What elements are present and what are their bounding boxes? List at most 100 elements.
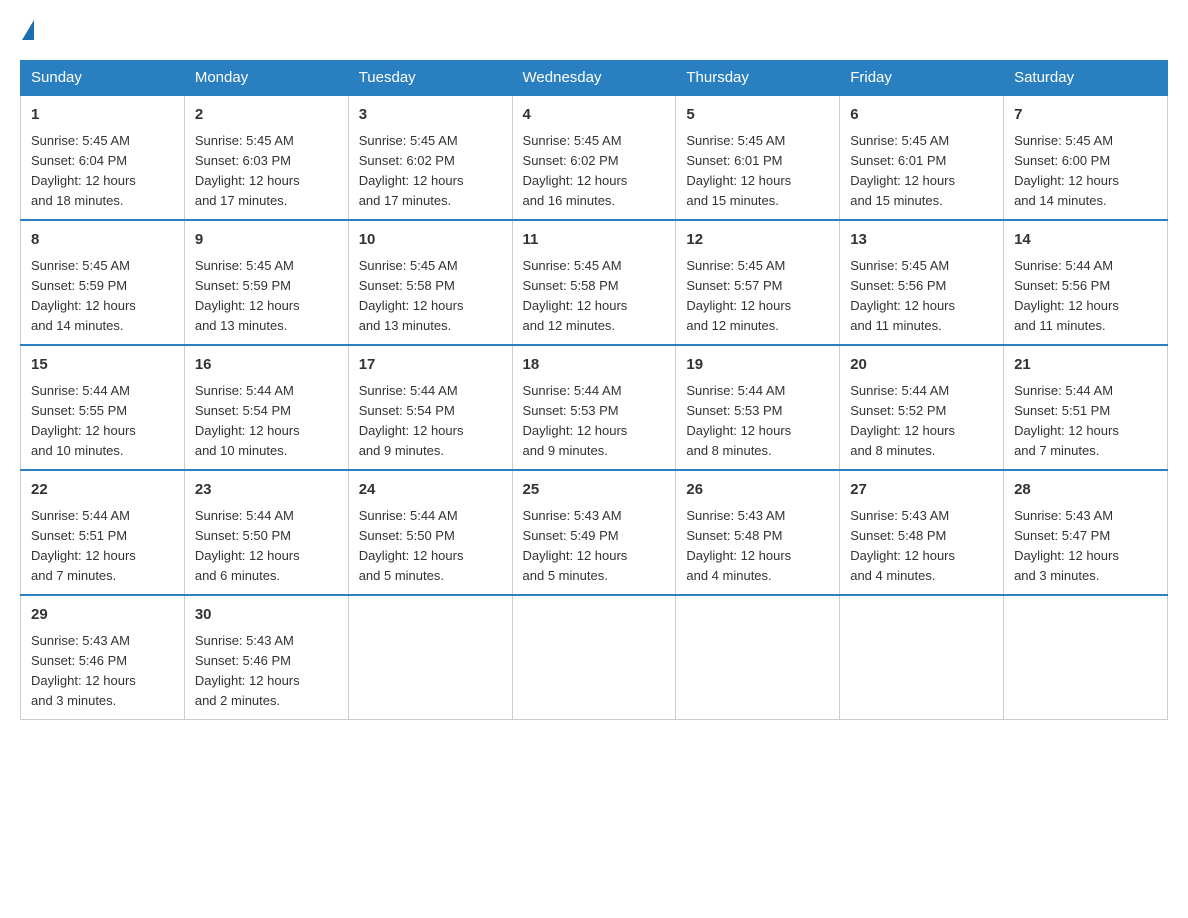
day-number: 30 bbox=[195, 604, 338, 627]
day-number: 23 bbox=[195, 479, 338, 502]
header-day-thursday: Thursday bbox=[676, 61, 840, 96]
day-number: 8 bbox=[31, 229, 174, 252]
calendar-cell: 16 Sunrise: 5:44 AMSunset: 5:54 PMDayligh… bbox=[184, 345, 348, 470]
logo-triangle-icon bbox=[22, 20, 34, 40]
calendar-cell: 17 Sunrise: 5:44 AMSunset: 5:54 PMDayligh… bbox=[348, 345, 512, 470]
day-info: Sunrise: 5:43 AMSunset: 5:49 PMDaylight:… bbox=[523, 506, 666, 587]
day-number: 7 bbox=[1014, 104, 1157, 127]
day-number: 16 bbox=[195, 354, 338, 377]
calendar-body: 1 Sunrise: 5:45 AMSunset: 6:04 PMDaylight… bbox=[21, 95, 1168, 720]
calendar-cell: 26 Sunrise: 5:43 AMSunset: 5:48 PMDayligh… bbox=[676, 470, 840, 595]
day-info: Sunrise: 5:43 AMSunset: 5:47 PMDaylight:… bbox=[1014, 506, 1157, 587]
header-day-saturday: Saturday bbox=[1004, 61, 1168, 96]
day-info: Sunrise: 5:45 AMSunset: 6:02 PMDaylight:… bbox=[359, 131, 502, 212]
calendar-cell bbox=[1004, 595, 1168, 720]
day-number: 2 bbox=[195, 104, 338, 127]
day-number: 9 bbox=[195, 229, 338, 252]
calendar-week-3: 15 Sunrise: 5:44 AMSunset: 5:55 PMDayligh… bbox=[21, 345, 1168, 470]
calendar-cell: 13 Sunrise: 5:45 AMSunset: 5:56 PMDayligh… bbox=[840, 220, 1004, 345]
day-number: 13 bbox=[850, 229, 993, 252]
calendar-cell: 20Sunrise: 5:44 AMSunset: 5:52 PMDayligh… bbox=[840, 345, 1004, 470]
day-number: 4 bbox=[523, 104, 666, 127]
calendar-cell: 6Sunrise: 5:45 AMSunset: 6:01 PMDaylight… bbox=[840, 95, 1004, 220]
day-info: Sunrise: 5:43 AMSunset: 5:46 PMDaylight:… bbox=[31, 631, 174, 712]
day-number: 1 bbox=[31, 104, 174, 127]
calendar-cell: 21 Sunrise: 5:44 AMSunset: 5:51 PMDayligh… bbox=[1004, 345, 1168, 470]
day-number: 22 bbox=[31, 479, 174, 502]
calendar-cell: 24Sunrise: 5:44 AMSunset: 5:50 PMDayligh… bbox=[348, 470, 512, 595]
calendar-cell: 12Sunrise: 5:45 AMSunset: 5:57 PMDayligh… bbox=[676, 220, 840, 345]
header-row: SundayMondayTuesdayWednesdayThursdayFrid… bbox=[21, 61, 1168, 96]
day-number: 15 bbox=[31, 354, 174, 377]
calendar-cell: 5 Sunrise: 5:45 AMSunset: 6:01 PMDaylight… bbox=[676, 95, 840, 220]
calendar-cell: 2 Sunrise: 5:45 AMSunset: 6:03 PMDaylight… bbox=[184, 95, 348, 220]
calendar-week-4: 22 Sunrise: 5:44 AMSunset: 5:51 PMDayligh… bbox=[21, 470, 1168, 595]
calendar-cell bbox=[676, 595, 840, 720]
day-info: Sunrise: 5:45 AMSunset: 6:01 PMDaylight:… bbox=[686, 131, 829, 212]
calendar-cell: 15 Sunrise: 5:44 AMSunset: 5:55 PMDayligh… bbox=[21, 345, 185, 470]
day-number: 6 bbox=[850, 104, 993, 127]
calendar-table: SundayMondayTuesdayWednesdayThursdayFrid… bbox=[20, 60, 1168, 720]
day-info: Sunrise: 5:45 AMSunset: 6:00 PMDaylight:… bbox=[1014, 131, 1157, 212]
day-info: Sunrise: 5:44 AMSunset: 5:53 PMDaylight:… bbox=[523, 381, 666, 462]
calendar-cell: 23Sunrise: 5:44 AMSunset: 5:50 PMDayligh… bbox=[184, 470, 348, 595]
day-info: Sunrise: 5:44 AMSunset: 5:53 PMDaylight:… bbox=[686, 381, 829, 462]
calendar-cell: 4 Sunrise: 5:45 AMSunset: 6:02 PMDaylight… bbox=[512, 95, 676, 220]
day-number: 3 bbox=[359, 104, 502, 127]
logo bbox=[20, 20, 34, 40]
day-number: 18 bbox=[523, 354, 666, 377]
calendar-cell: 7 Sunrise: 5:45 AMSunset: 6:00 PMDaylight… bbox=[1004, 95, 1168, 220]
header-day-monday: Monday bbox=[184, 61, 348, 96]
calendar-cell: 19 Sunrise: 5:44 AMSunset: 5:53 PMDayligh… bbox=[676, 345, 840, 470]
day-info: Sunrise: 5:44 AMSunset: 5:56 PMDaylight:… bbox=[1014, 256, 1157, 337]
day-number: 19 bbox=[686, 354, 829, 377]
calendar-cell: 30 Sunrise: 5:43 AMSunset: 5:46 PMDayligh… bbox=[184, 595, 348, 720]
calendar-cell: 27Sunrise: 5:43 AMSunset: 5:48 PMDayligh… bbox=[840, 470, 1004, 595]
day-info: Sunrise: 5:45 AMSunset: 6:04 PMDaylight:… bbox=[31, 131, 174, 212]
calendar-cell bbox=[348, 595, 512, 720]
day-info: Sunrise: 5:45 AMSunset: 5:58 PMDaylight:… bbox=[359, 256, 502, 337]
day-info: Sunrise: 5:45 AMSunset: 5:56 PMDaylight:… bbox=[850, 256, 993, 337]
day-number: 27 bbox=[850, 479, 993, 502]
calendar-cell: 11Sunrise: 5:45 AMSunset: 5:58 PMDayligh… bbox=[512, 220, 676, 345]
calendar-cell: 22 Sunrise: 5:44 AMSunset: 5:51 PMDayligh… bbox=[21, 470, 185, 595]
calendar-cell: 25 Sunrise: 5:43 AMSunset: 5:49 PMDayligh… bbox=[512, 470, 676, 595]
day-info: Sunrise: 5:44 AMSunset: 5:54 PMDaylight:… bbox=[195, 381, 338, 462]
day-number: 28 bbox=[1014, 479, 1157, 502]
day-info: Sunrise: 5:43 AMSunset: 5:46 PMDaylight:… bbox=[195, 631, 338, 712]
day-number: 10 bbox=[359, 229, 502, 252]
day-number: 26 bbox=[686, 479, 829, 502]
day-number: 20 bbox=[850, 354, 993, 377]
calendar-header: SundayMondayTuesdayWednesdayThursdayFrid… bbox=[21, 61, 1168, 96]
header-day-sunday: Sunday bbox=[21, 61, 185, 96]
day-info: Sunrise: 5:45 AMSunset: 5:59 PMDaylight:… bbox=[31, 256, 174, 337]
calendar-cell: 29Sunrise: 5:43 AMSunset: 5:46 PMDayligh… bbox=[21, 595, 185, 720]
calendar-cell: 14 Sunrise: 5:44 AMSunset: 5:56 PMDayligh… bbox=[1004, 220, 1168, 345]
day-info: Sunrise: 5:43 AMSunset: 5:48 PMDaylight:… bbox=[686, 506, 829, 587]
day-info: Sunrise: 5:45 AMSunset: 5:59 PMDaylight:… bbox=[195, 256, 338, 337]
page-header bbox=[20, 20, 1168, 40]
header-day-wednesday: Wednesday bbox=[512, 61, 676, 96]
day-info: Sunrise: 5:44 AMSunset: 5:51 PMDaylight:… bbox=[1014, 381, 1157, 462]
day-number: 5 bbox=[686, 104, 829, 127]
day-number: 14 bbox=[1014, 229, 1157, 252]
calendar-cell: 18 Sunrise: 5:44 AMSunset: 5:53 PMDayligh… bbox=[512, 345, 676, 470]
day-number: 21 bbox=[1014, 354, 1157, 377]
day-info: Sunrise: 5:44 AMSunset: 5:51 PMDaylight:… bbox=[31, 506, 174, 587]
header-day-friday: Friday bbox=[840, 61, 1004, 96]
calendar-week-2: 8 Sunrise: 5:45 AMSunset: 5:59 PMDaylight… bbox=[21, 220, 1168, 345]
day-number: 17 bbox=[359, 354, 502, 377]
header-day-tuesday: Tuesday bbox=[348, 61, 512, 96]
day-info: Sunrise: 5:44 AMSunset: 5:54 PMDaylight:… bbox=[359, 381, 502, 462]
day-number: 12 bbox=[686, 229, 829, 252]
calendar-cell bbox=[512, 595, 676, 720]
day-info: Sunrise: 5:44 AMSunset: 5:55 PMDaylight:… bbox=[31, 381, 174, 462]
day-number: 24 bbox=[359, 479, 502, 502]
calendar-cell bbox=[840, 595, 1004, 720]
day-info: Sunrise: 5:45 AMSunset: 6:03 PMDaylight:… bbox=[195, 131, 338, 212]
calendar-cell: 3 Sunrise: 5:45 AMSunset: 6:02 PMDaylight… bbox=[348, 95, 512, 220]
day-info: Sunrise: 5:45 AMSunset: 6:02 PMDaylight:… bbox=[523, 131, 666, 212]
calendar-cell: 9 Sunrise: 5:45 AMSunset: 5:59 PMDaylight… bbox=[184, 220, 348, 345]
day-info: Sunrise: 5:45 AMSunset: 5:58 PMDaylight:… bbox=[523, 256, 666, 337]
day-number: 25 bbox=[523, 479, 666, 502]
